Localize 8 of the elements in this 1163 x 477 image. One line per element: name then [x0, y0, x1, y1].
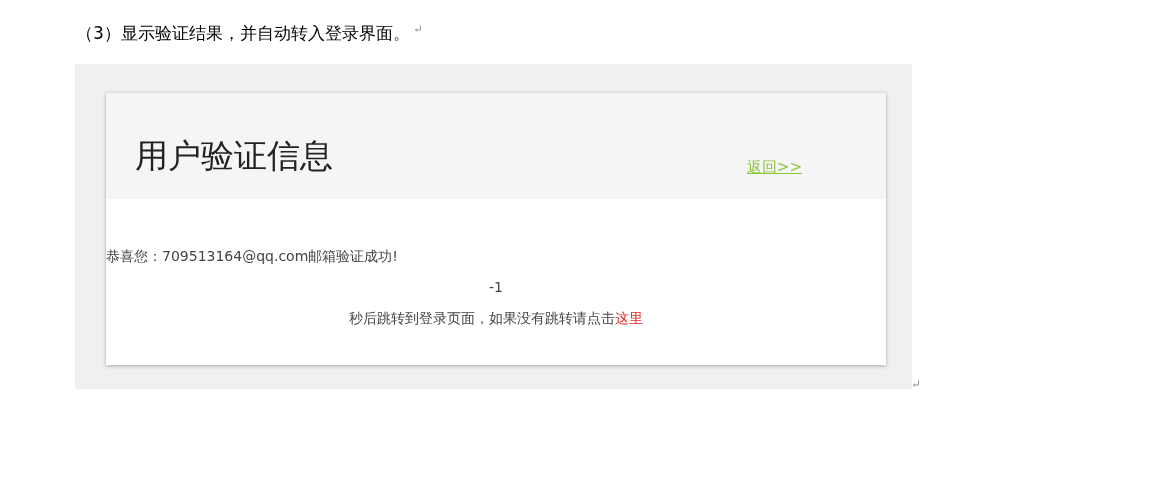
page-title: 用户验证信息	[135, 135, 333, 178]
countdown: -1	[489, 278, 503, 297]
redirect-link[interactable]: 这里	[615, 310, 643, 326]
paragraph-mark-icon	[413, 24, 422, 33]
redirect-text: 秒后跳转到登录页面，如果没有跳转请点击	[349, 310, 615, 326]
paragraph-mark-icon	[912, 379, 920, 388]
step-heading: （3）显示验证结果，并自动转入登录界面。	[76, 22, 410, 44]
success-message: 恭喜您：709513164@qq.com邮箱验证成功!	[106, 247, 398, 266]
